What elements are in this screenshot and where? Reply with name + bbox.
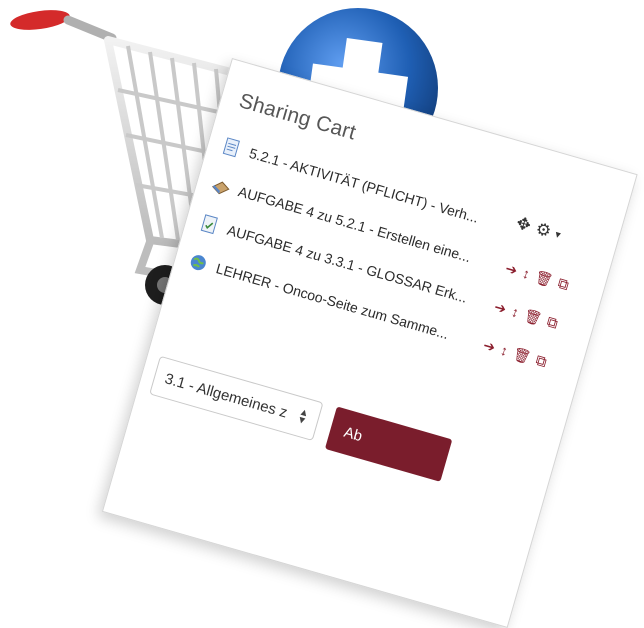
trash-icon[interactable]: 🗑 (522, 307, 544, 327)
cart-item-label[interactable]: LEHRER - Oncoo-Seite zum Samme... (214, 260, 478, 350)
restore-arrow-icon[interactable]: ➔ (482, 337, 498, 356)
section-select-value: 3.1 - Allgemeines z (162, 369, 290, 422)
move-icon[interactable]: ↕ (521, 265, 532, 282)
book-icon (209, 175, 233, 198)
assignment-icon (198, 213, 222, 236)
copy-icon[interactable]: ⧉ (556, 274, 571, 293)
trash-icon[interactable]: 🗑 (533, 268, 555, 288)
move-icon[interactable]: ↕ (510, 303, 521, 320)
item-actions: ➔ ↕ 🗑 ⧉ (493, 298, 560, 332)
copy-icon[interactable]: ⧉ (545, 313, 560, 332)
trash-icon[interactable]: 🗑 (511, 345, 533, 365)
move-icon[interactable]: ↕ (499, 342, 510, 359)
section-select[interactable]: 3.1 - Allgemeines z ▲ ▼ (149, 355, 324, 442)
block-title: Sharing Cart (236, 89, 359, 145)
globe-icon (187, 252, 211, 275)
copy-icon[interactable]: ⧉ (534, 351, 549, 370)
page-icon (220, 136, 244, 159)
item-actions: ➔ ↕ 🗑 ⧉ (482, 337, 549, 371)
restore-arrow-icon[interactable]: ➔ (493, 298, 509, 317)
restore-arrow-icon[interactable]: ➔ (504, 260, 520, 279)
submit-button[interactable]: Ab (324, 406, 453, 482)
item-actions: ➔ ↕ 🗑 ⧉ (504, 260, 571, 294)
